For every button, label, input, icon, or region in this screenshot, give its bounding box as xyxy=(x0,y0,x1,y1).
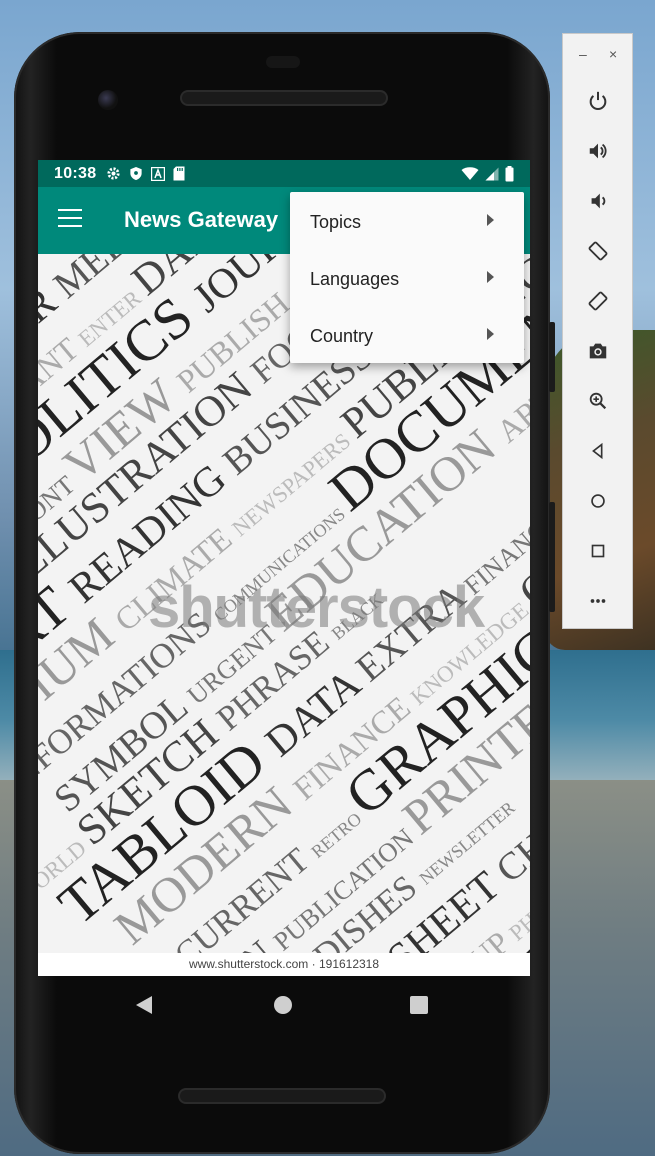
menu-item-languages[interactable]: Languages xyxy=(290,249,524,306)
rotate-right-button[interactable] xyxy=(583,286,613,316)
emulator-more-button[interactable] xyxy=(583,586,613,616)
navigation-bar xyxy=(38,976,530,1036)
top-speaker xyxy=(182,92,386,104)
close-icon[interactable]: × xyxy=(609,46,617,62)
nav-recent-icon[interactable] xyxy=(410,996,428,1014)
volume-up-icon xyxy=(589,143,607,159)
hamburger-menu-button[interactable] xyxy=(58,209,82,229)
menu-item-topics[interactable]: Topics xyxy=(290,192,524,249)
nav-home-icon[interactable] xyxy=(274,996,292,1014)
rotate-left-icon xyxy=(588,241,608,261)
options-menu: Topics Languages Country xyxy=(290,192,524,363)
power-button[interactable] xyxy=(583,86,613,116)
phone-screen: 10:38 News Gateway NEWS NEWSPAPER MEDIA … xyxy=(38,160,530,976)
gear-icon xyxy=(107,167,121,180)
earpiece-slot xyxy=(266,56,300,68)
menu-item-label: Country xyxy=(310,326,374,346)
hamburger-icon-line xyxy=(58,225,82,227)
submenu-arrow-icon xyxy=(487,271,494,283)
emulator-toolbar: – × xyxy=(562,33,633,629)
app-title: News Gateway xyxy=(124,207,279,232)
home-icon xyxy=(591,494,605,508)
menu-item-country[interactable]: Country xyxy=(290,306,524,363)
battery-icon xyxy=(505,165,514,181)
sd-card-icon xyxy=(173,166,185,181)
shield-icon xyxy=(130,166,143,181)
phone-frame: 10:38 News Gateway NEWS NEWSPAPER MEDIA … xyxy=(14,32,555,1154)
wifi-icon xyxy=(461,166,479,180)
screenshot-button[interactable] xyxy=(583,336,613,366)
status-time: 10:38 xyxy=(54,164,97,182)
image-watermark: shutterstock xyxy=(148,575,485,640)
emulator-back-button[interactable] xyxy=(583,436,613,466)
status-bar: 10:38 xyxy=(38,160,530,187)
a-icon xyxy=(151,166,166,181)
power-icon xyxy=(589,91,607,110)
submenu-arrow-icon xyxy=(487,328,494,340)
signal-icon xyxy=(485,167,499,180)
volume-down-button[interactable] xyxy=(583,186,613,216)
nav-back-icon[interactable] xyxy=(136,996,152,1014)
hamburger-icon-line xyxy=(58,217,82,219)
rotate-right-icon xyxy=(588,291,608,311)
minimize-icon[interactable]: – xyxy=(579,46,587,62)
zoom-icon xyxy=(589,392,607,410)
phone-volume-button xyxy=(549,502,555,612)
volume-up-button[interactable] xyxy=(583,136,613,166)
submenu-arrow-icon xyxy=(487,214,494,226)
menu-item-label: Languages xyxy=(310,269,400,289)
volume-down-icon xyxy=(591,193,606,209)
overview-icon xyxy=(591,544,605,558)
zoom-button[interactable] xyxy=(583,386,613,416)
hamburger-icon xyxy=(58,209,82,211)
back-icon xyxy=(592,442,603,460)
more-icon xyxy=(590,599,606,603)
bottom-speaker xyxy=(180,1090,384,1102)
camera-icon xyxy=(589,343,607,359)
phone-side-button xyxy=(549,322,555,392)
emulator-home-button[interactable] xyxy=(583,486,613,516)
emulator-overview-button[interactable] xyxy=(583,536,613,566)
front-camera xyxy=(98,90,118,110)
rotate-left-button[interactable] xyxy=(583,236,613,266)
image-credit: www.shutterstock.com · 191612318 xyxy=(38,953,530,976)
menu-item-label: Topics xyxy=(310,212,362,232)
